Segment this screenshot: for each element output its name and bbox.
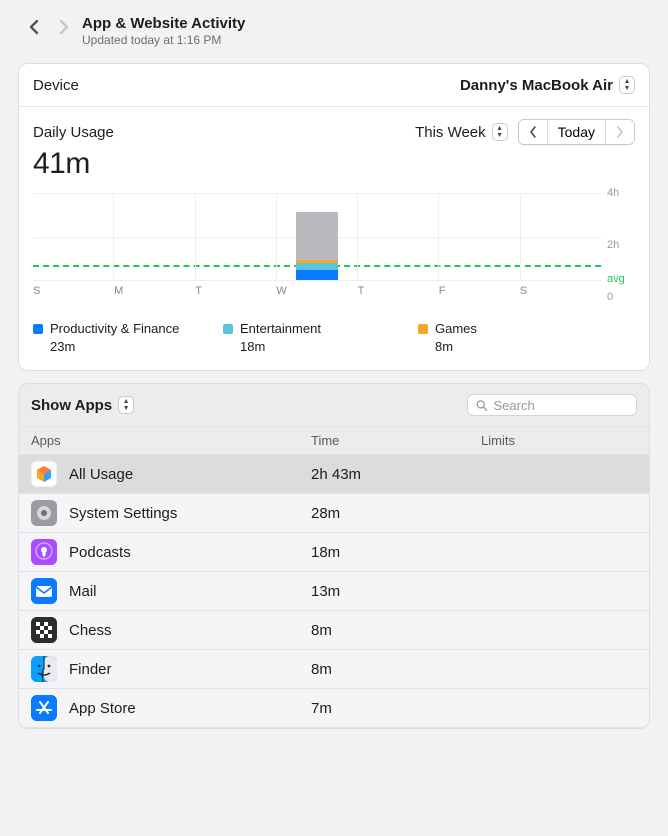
app-name: Chess xyxy=(69,622,112,639)
appstore-icon xyxy=(31,695,57,721)
app-time: 7m xyxy=(311,700,481,717)
daily-usage-label: Daily Usage xyxy=(33,124,114,141)
app-name: All Usage xyxy=(69,466,133,483)
usage-card: Device Danny's MacBook Air ▲▼ Daily Usag… xyxy=(18,63,650,371)
y-tick-label: 2h xyxy=(607,239,619,251)
app-row[interactable]: Chess 8m xyxy=(19,611,649,650)
legend-label: Games xyxy=(435,321,477,336)
x-tick-label: T xyxy=(195,285,276,297)
app-name: App Store xyxy=(69,700,136,717)
chess-icon xyxy=(31,617,57,643)
apps-panel: Show Apps ▲▼ Apps Time Limits All Usage 2… xyxy=(18,383,650,729)
legend-item: Games 8m xyxy=(418,321,635,354)
podcasts-icon xyxy=(31,539,57,565)
app-time: 8m xyxy=(311,622,481,639)
legend-swatch xyxy=(418,324,428,334)
app-row[interactable]: All Usage 2h 43m xyxy=(19,455,649,494)
range-label: This Week xyxy=(415,124,486,141)
show-filter-picker[interactable]: Show Apps ▲▼ xyxy=(31,396,134,414)
mail-icon xyxy=(31,578,57,604)
app-name: System Settings xyxy=(69,505,177,522)
settings-icon xyxy=(31,500,57,526)
x-tick-label: T xyxy=(358,285,439,297)
app-name: Finder xyxy=(69,661,112,678)
search-input[interactable] xyxy=(494,398,629,413)
legend-label: Entertainment xyxy=(240,321,321,336)
table-header: Apps Time Limits xyxy=(19,426,649,455)
search-field[interactable] xyxy=(467,394,637,416)
prev-period-button[interactable] xyxy=(519,120,548,144)
app-time: 28m xyxy=(311,505,481,522)
x-tick-label: M xyxy=(114,285,195,297)
app-row[interactable]: System Settings 28m xyxy=(19,494,649,533)
col-apps: Apps xyxy=(31,433,311,448)
page-subtitle: Updated today at 1:16 PM xyxy=(82,33,245,47)
legend-time: 18m xyxy=(223,339,418,354)
device-name: Danny's MacBook Air xyxy=(460,77,613,94)
page-title: App & Website Activity xyxy=(82,15,245,32)
legend-time: 23m xyxy=(33,339,223,354)
x-tick-label: F xyxy=(439,285,520,297)
legend-label: Productivity & Finance xyxy=(50,321,179,336)
date-segmented: Today xyxy=(518,119,635,145)
app-time: 18m xyxy=(311,544,481,561)
legend-item: Productivity & Finance 23m xyxy=(33,321,223,354)
app-time: 2h 43m xyxy=(311,466,481,483)
back-button[interactable] xyxy=(28,19,39,40)
y-tick-label: 0 xyxy=(607,291,613,303)
app-row[interactable]: Mail 13m xyxy=(19,572,649,611)
app-time: 8m xyxy=(311,661,481,678)
x-tick-label: W xyxy=(276,285,357,297)
legend-swatch xyxy=(33,324,43,334)
legend-swatch xyxy=(223,324,233,334)
app-row[interactable]: Finder 8m xyxy=(19,650,649,689)
updown-icon: ▲▼ xyxy=(619,76,635,94)
updown-icon: ▲▼ xyxy=(492,123,508,141)
usage-total: 41m xyxy=(33,147,635,181)
forward-button xyxy=(59,19,70,40)
app-row[interactable]: App Store 7m xyxy=(19,689,649,728)
x-tick-label: S xyxy=(33,285,114,297)
today-button[interactable]: Today xyxy=(548,120,606,144)
avg-label: avg xyxy=(607,273,625,285)
app-name: Mail xyxy=(69,583,97,600)
range-picker[interactable]: This Week ▲▼ xyxy=(415,123,508,141)
col-limits: Limits xyxy=(481,433,637,448)
show-filter-label: Show Apps xyxy=(31,397,112,414)
search-icon xyxy=(476,399,488,412)
app-row[interactable]: Podcasts 18m xyxy=(19,533,649,572)
device-picker[interactable]: Danny's MacBook Air ▲▼ xyxy=(460,76,635,94)
device-label: Device xyxy=(33,77,79,94)
usage-chart: SMTWTFS 4h2h0avg xyxy=(33,193,635,297)
all-usage-icon xyxy=(31,461,57,487)
x-tick-label: S xyxy=(520,285,601,297)
app-time: 13m xyxy=(311,583,481,600)
y-tick-label: 4h xyxy=(607,187,619,199)
next-period-button[interactable] xyxy=(606,120,634,144)
app-name: Podcasts xyxy=(69,544,131,561)
updown-icon: ▲▼ xyxy=(118,396,134,414)
finder-icon xyxy=(31,656,57,682)
legend-item: Entertainment 18m xyxy=(223,321,418,354)
col-time: Time xyxy=(311,433,481,448)
legend-time: 8m xyxy=(418,339,635,354)
